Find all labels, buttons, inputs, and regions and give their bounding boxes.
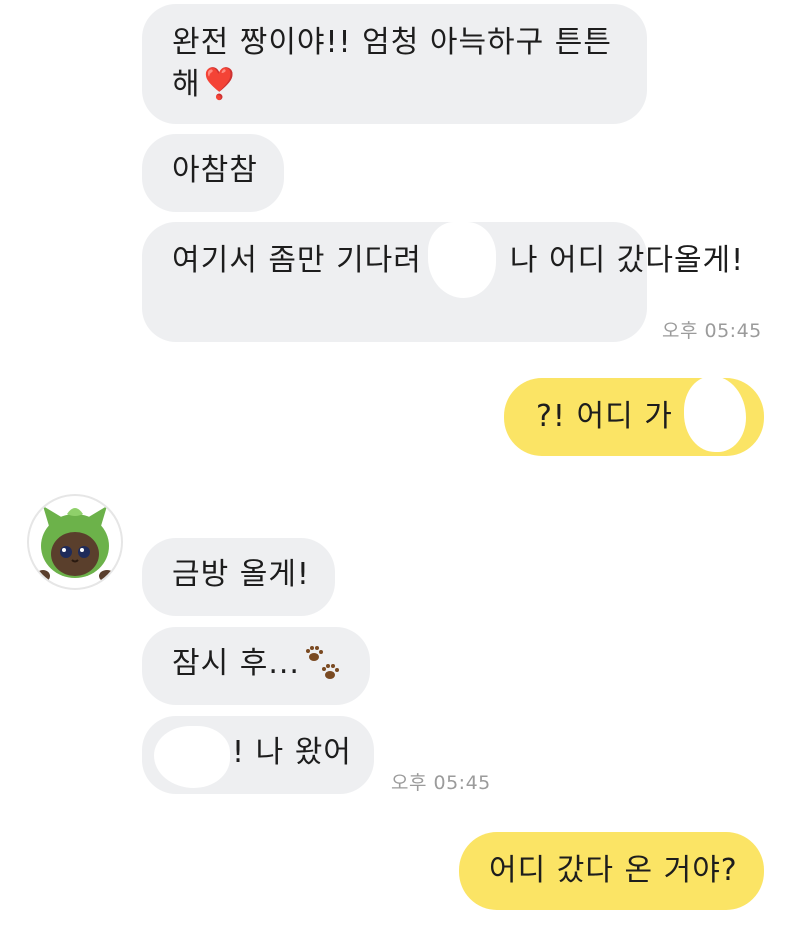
- message-text: 어디 갔다 온 거야?: [489, 853, 738, 888]
- message-bubble-incoming[interactable]: 여기서 좀만 기다려 나 어디 갔다올게!: [142, 222, 743, 342]
- sender-avatar[interactable]: [27, 494, 123, 590]
- redaction-blot: [428, 222, 496, 298]
- timestamp: 오후 05:45: [662, 320, 762, 342]
- message-text: 완전 짱이야!! 엄청 아늑하구 튼튼해❣️: [172, 25, 612, 102]
- message-text: ! 나 왔어: [232, 735, 352, 770]
- message-text-part: 나 어디 갔다올게!: [509, 243, 745, 278]
- message-text: 아참참: [172, 153, 258, 188]
- message-bubble-incoming[interactable]: 잠시 후...: [142, 627, 370, 705]
- green-cat-avatar-icon: [36, 506, 115, 582]
- message-bubble-outgoing[interactable]: 어디 갔다 온 거야?: [459, 832, 764, 910]
- redaction-blot: [154, 726, 230, 788]
- message-bubble-incoming[interactable]: 완전 짱이야!! 엄청 아늑하구 튼튼해❣️: [142, 4, 647, 124]
- message-bubble-incoming[interactable]: 금방 올게!: [142, 538, 335, 616]
- message-text: ?! 어디 가: [536, 399, 673, 434]
- timestamp: 오후 05:45: [391, 772, 491, 794]
- message-text: 금방 올게!: [172, 557, 310, 592]
- message-text-part: 여기서 좀만 기다려: [172, 243, 422, 278]
- paw-prints-icon: [306, 646, 339, 679]
- message-bubble-incoming[interactable]: 아참참: [142, 134, 284, 212]
- message-text: 잠시 후...: [172, 646, 300, 681]
- message-text-line: 여기서 좀만 기다려 나 어디 갔다올게!: [172, 240, 743, 282]
